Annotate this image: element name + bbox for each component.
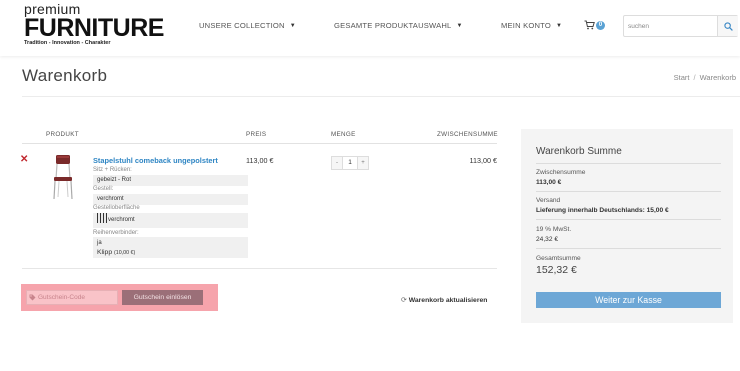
remove-item-button[interactable]: ✕ <box>20 155 28 165</box>
search-icon <box>723 21 733 31</box>
nav-item-label: UNSERE COLLECTION <box>199 21 285 30</box>
cart-totals-title: Warenkorb Summe <box>536 146 622 157</box>
option-value-seat: gebeizt - Rot <box>93 175 248 186</box>
tax-label: 19 % MwSt. <box>536 226 572 233</box>
cart-count-badge: 0 <box>596 21 605 30</box>
option-label-frame: Gestell: <box>93 186 114 192</box>
option-value-frame-surface: verchromt <box>93 213 248 228</box>
item-price: 113,00 € <box>246 156 274 165</box>
item-subtotal: 113,00 € <box>469 156 497 165</box>
title-divider <box>22 96 740 97</box>
quantity-stepper: - 1 + <box>331 156 369 170</box>
search-input[interactable] <box>624 16 716 36</box>
option-value-klipp-label: Klipp <box>97 249 113 256</box>
option-label-connector: Reihenverbinder: <box>93 230 139 236</box>
product-name-link[interactable]: Stapelstuhl comeback ungepolstert <box>93 156 218 165</box>
table-header-divider <box>22 143 497 144</box>
chevron-down-icon: ▼ <box>456 23 463 29</box>
totals-divider <box>536 219 721 220</box>
column-header-price: PREIS <box>246 131 267 138</box>
shipping-value: Lieferung innerhalb Deutschlands: 15,00 … <box>536 207 669 214</box>
update-cart-label: Warenkorb aktualisieren <box>408 297 488 304</box>
quantity-increase-button[interactable]: + <box>358 157 368 169</box>
header-cart-button[interactable]: 0 <box>584 19 606 33</box>
update-cart-button[interactable]: ⟳ Warenkorb aktualisieren <box>401 296 487 304</box>
option-label-frame-surface: Gestelloberfläche <box>93 205 140 211</box>
nav-item-label: MEIN KONTO <box>501 21 551 30</box>
option-value-klipp: Klipp (10,00 €) <box>97 248 248 258</box>
search-button[interactable] <box>717 16 738 36</box>
total-label: Gesamtsumme <box>536 255 581 262</box>
chevron-down-icon: ▼ <box>289 23 296 29</box>
totals-divider <box>536 248 721 249</box>
tag-icon <box>29 294 36 301</box>
totals-divider <box>536 163 721 164</box>
quantity-input[interactable]: 1 <box>342 157 358 169</box>
total-value: 152,32 € <box>536 264 577 276</box>
site-header: premium FURNITURE Tradition - Innovation… <box>0 0 740 56</box>
logo-line-furniture: FURNITURE <box>24 14 164 42</box>
tax-value: 24,32 € <box>536 236 558 243</box>
subtotal-label: Zwischensumme <box>536 169 586 176</box>
coupon-code-input[interactable] <box>26 290 118 305</box>
proceed-to-checkout-button[interactable]: Weiter zur Kasse <box>536 292 721 308</box>
option-value-text: verchromt <box>108 217 135 223</box>
column-header-subtotal: ZWISCHENSUMME <box>437 131 498 138</box>
column-header-quantity: MENGE <box>331 131 356 138</box>
nav-item-collection[interactable]: UNSERE COLLECTION ▼ <box>199 21 296 30</box>
breadcrumb-link-start[interactable]: Start <box>674 73 690 82</box>
apply-coupon-button[interactable]: Gutschein einlösen <box>122 290 203 305</box>
column-header-product: PRODUKT <box>46 131 79 138</box>
table-row-divider <box>22 268 497 269</box>
chevron-down-icon: ▼ <box>555 23 563 29</box>
nav-item-label: GESAMTE PRODUKTAUSWAHL <box>334 21 452 30</box>
page-title: Warenkorb <box>22 66 108 85</box>
shipping-label: Versand <box>536 197 561 204</box>
nav-item-product-selection[interactable]: GESAMTE PRODUKTAUSWAHL ▼ <box>334 21 463 30</box>
search-form <box>623 15 738 37</box>
breadcrumb: Start / Warenkorb <box>674 73 736 82</box>
product-thumbnail[interactable] <box>48 154 78 200</box>
quantity-decrease-button[interactable]: - <box>332 157 342 169</box>
option-value-frame: verchromt <box>93 194 248 205</box>
subtotal-value: 113,00 € <box>536 179 562 186</box>
option-value-connector: ja Klipp (10,00 €) <box>93 237 248 258</box>
breadcrumb-separator: / <box>693 73 696 82</box>
chrome-swatch-icon <box>97 213 107 223</box>
site-logo[interactable]: premium FURNITURE Tradition - Innovation… <box>24 2 164 47</box>
cart-totals-panel: Warenkorb Summe Zwischensumme 113,00 € V… <box>521 129 733 323</box>
cart-icon <box>584 20 595 30</box>
option-label-seat: Sitz + Rücken: <box>93 167 132 173</box>
totals-divider <box>536 191 721 192</box>
breadcrumb-current: Warenkorb <box>699 73 736 82</box>
refresh-icon: ⟳ <box>401 297 407 304</box>
option-value-yes: ja <box>97 240 102 246</box>
nav-item-my-account[interactable]: MEIN KONTO ▼ <box>501 21 562 30</box>
option-value-klipp-price: (10,00 €) <box>114 250 136 256</box>
